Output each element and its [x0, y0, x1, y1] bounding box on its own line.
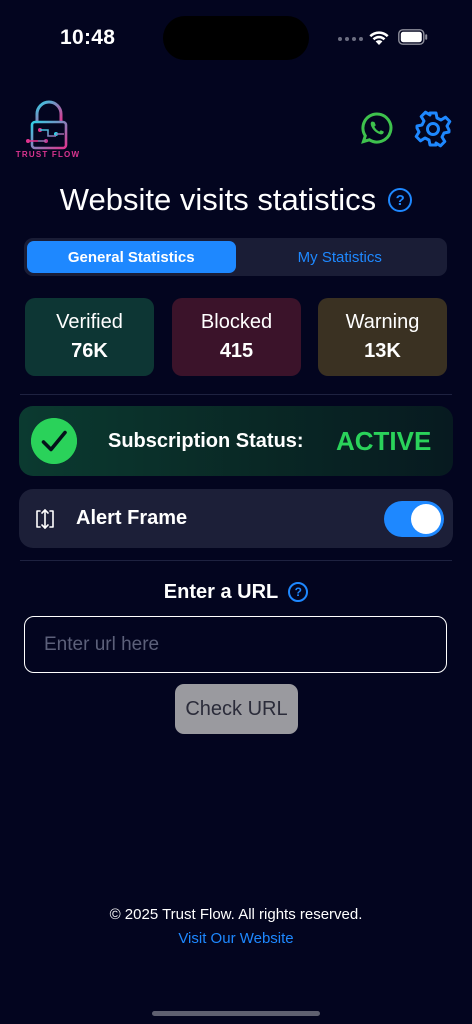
divider	[20, 560, 452, 561]
url-help-icon[interactable]: ?	[288, 582, 309, 602]
alert-frame-row: Alert Frame	[19, 489, 453, 548]
url-heading: Enter a URL	[163, 580, 279, 603]
stat-value: 76K	[71, 340, 108, 362]
status-time: 10:48	[60, 26, 116, 49]
divider	[20, 394, 452, 395]
subscription-status-card: Subscription Status: ACTIVE	[19, 406, 453, 476]
frame-icon	[36, 509, 54, 529]
stat-value: 13K	[364, 340, 401, 362]
tab-general-statistics[interactable]: General Statistics	[27, 241, 236, 273]
stat-label: Blocked	[200, 311, 273, 333]
stat-label: Verified	[56, 311, 123, 333]
subscription-label: Subscription Status:	[108, 430, 304, 452]
checkmark-icon	[31, 418, 77, 464]
battery-icon	[398, 29, 428, 45]
home-indicator	[152, 1011, 320, 1016]
visit-website-link[interactable]: Visit Our Website	[0, 930, 472, 947]
subscription-value: ACTIVE	[336, 426, 432, 456]
url-heading-row: Enter a URL ?	[0, 578, 472, 606]
stat-value: 415	[219, 340, 254, 362]
status-bar: 10:48	[0, 0, 472, 76]
whatsapp-icon[interactable]	[360, 111, 394, 145]
stat-card-warning: Warning 13K	[318, 298, 447, 376]
help-icon[interactable]: ?	[388, 188, 413, 212]
tab-my-statistics[interactable]: My Statistics	[236, 241, 445, 273]
gear-icon[interactable]	[414, 110, 452, 148]
cellular-signal-icon	[338, 37, 363, 41]
page-title-row: Website visits statistics ?	[0, 180, 472, 220]
stat-label: Warning	[345, 311, 420, 333]
alert-frame-toggle[interactable]	[384, 501, 444, 537]
footer-copyright: © 2025 Trust Flow. All rights reserved.	[109, 906, 363, 923]
stat-card-blocked: Blocked 415	[172, 298, 301, 376]
statistics-tabs: General Statistics My Statistics	[24, 238, 447, 276]
check-url-button[interactable]: Check URL	[175, 684, 298, 734]
alert-frame-label: Alert Frame	[76, 507, 188, 529]
url-input[interactable]	[24, 616, 447, 673]
dynamic-island	[163, 16, 309, 60]
stat-card-verified: Verified 76K	[25, 298, 154, 376]
page-title: Website visits statistics	[59, 182, 377, 217]
wifi-icon	[369, 31, 389, 45]
toggle-knob	[411, 504, 441, 534]
logo-text: TRUST FLOW	[15, 150, 81, 159]
